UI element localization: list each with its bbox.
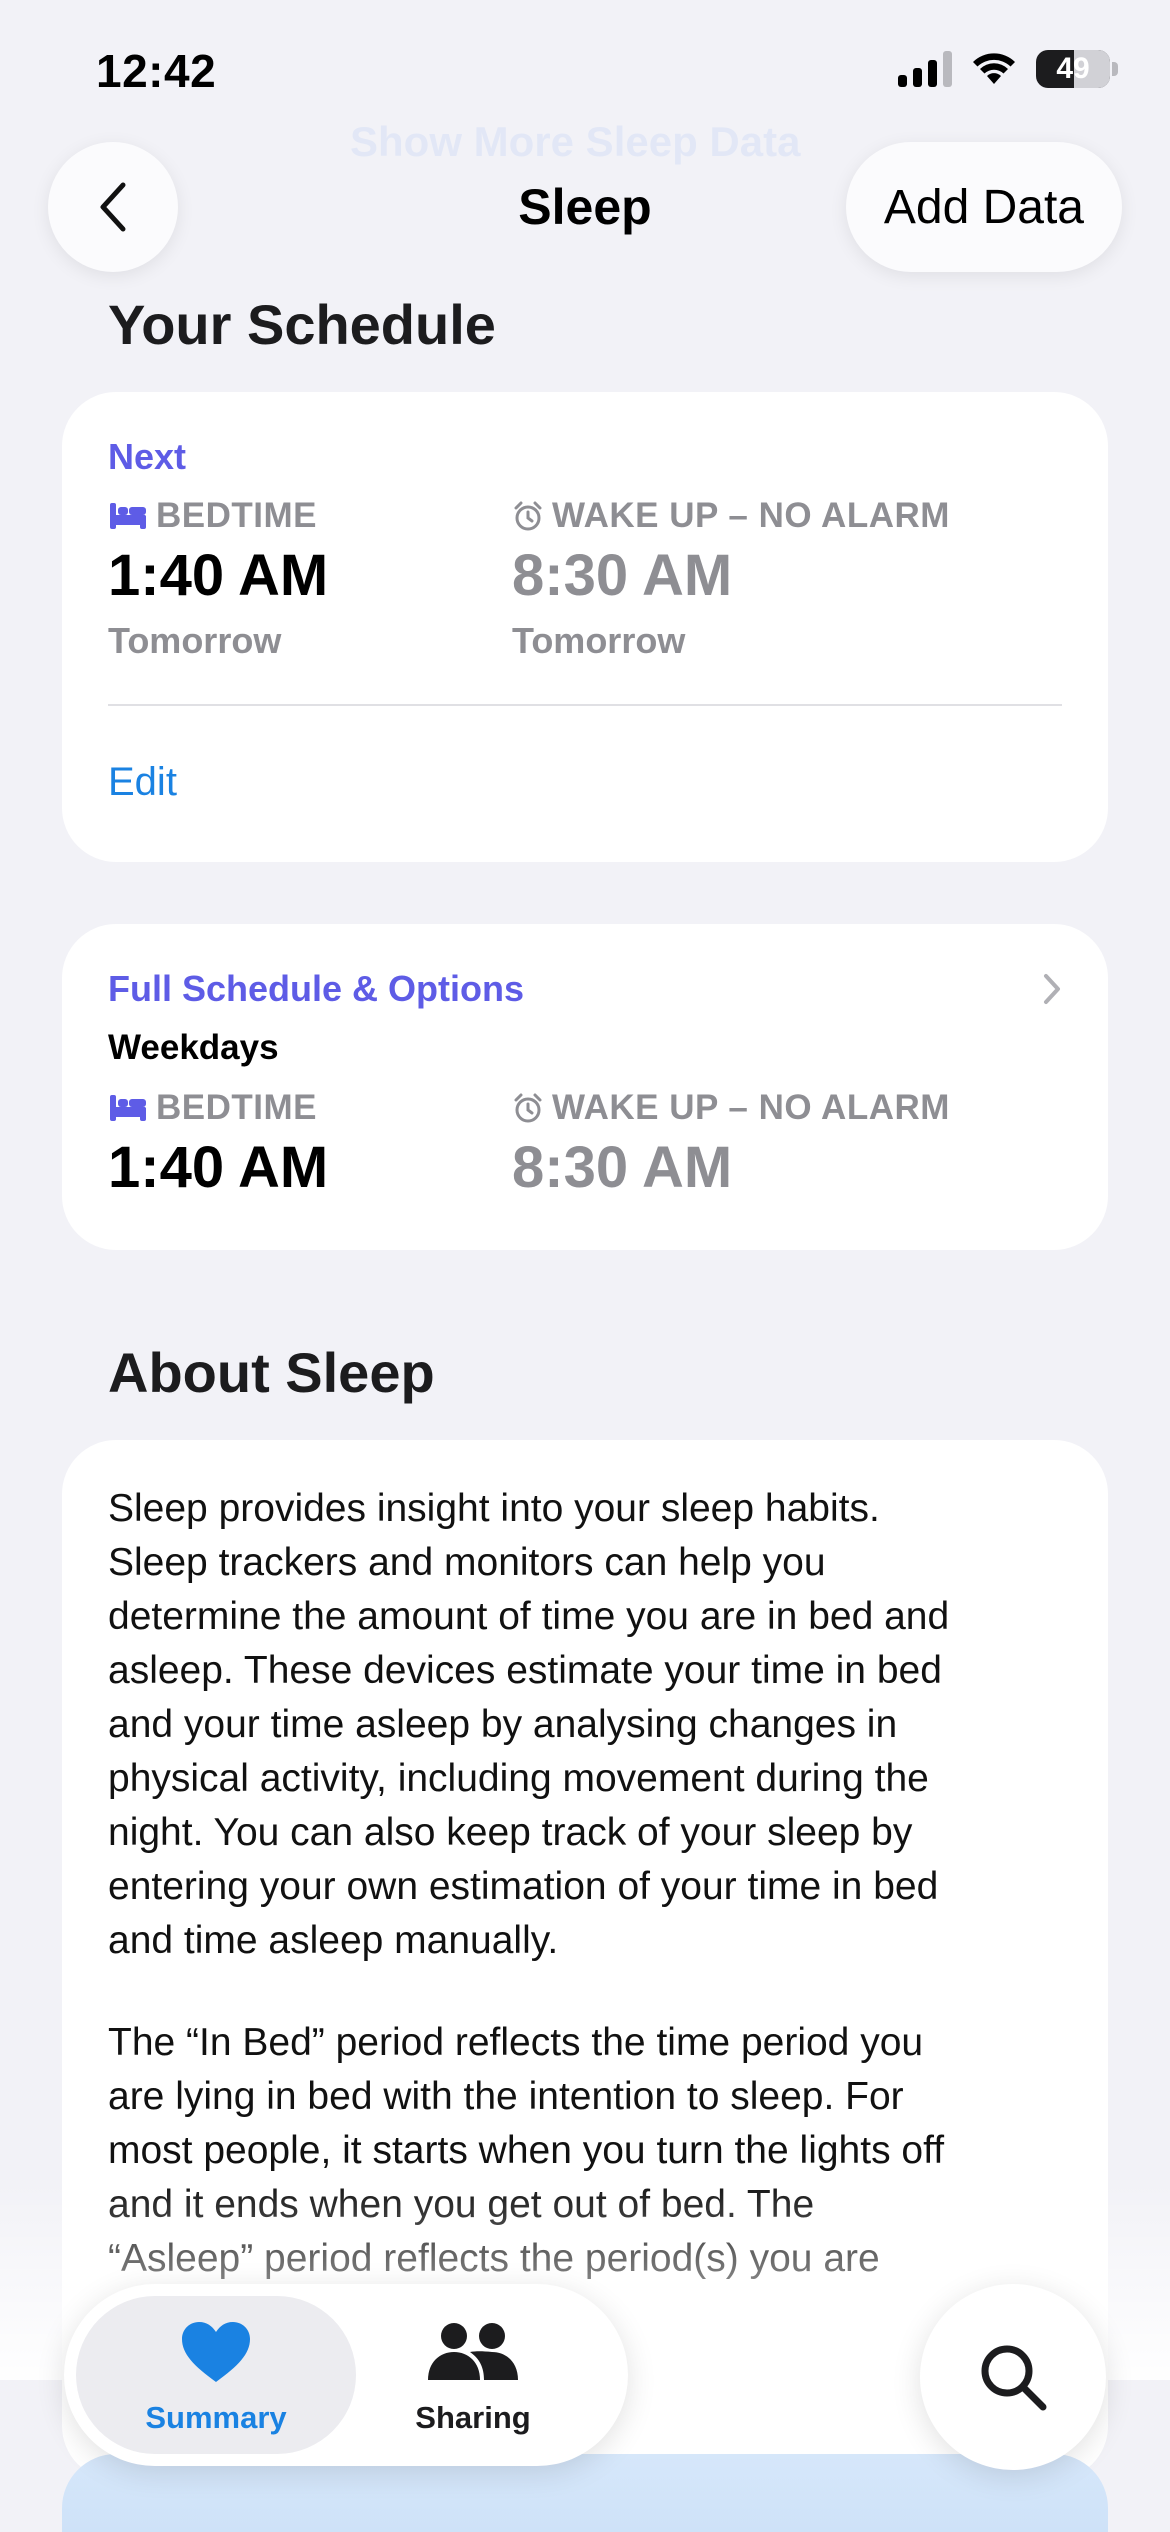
about-section-title: About Sleep xyxy=(108,1341,435,1404)
wifi-icon xyxy=(973,53,1015,84)
schedule-section-title: Your Schedule xyxy=(108,293,496,356)
divider xyxy=(108,704,1062,706)
next-bedtime-value: 1:40 AM xyxy=(108,543,329,608)
next-wake-value: 8:30 AM xyxy=(512,543,733,608)
bedtime-caption: BEDTIME xyxy=(108,496,317,536)
tab-summary-label: Summary xyxy=(145,2400,287,2435)
status-time: 12:42 xyxy=(96,45,217,97)
alarm-clock-icon xyxy=(514,501,542,531)
bed-icon xyxy=(110,1095,146,1121)
wake-caption: WAKE UP – NO ALARM xyxy=(512,1088,950,1128)
next-schedule-card: Next BEDTIME 1:40 AM Tomorrow WAKE UP – … xyxy=(62,392,1108,862)
people-icon xyxy=(428,2323,518,2380)
next-label: Next xyxy=(108,436,187,477)
next-bedtime-day: Tomorrow xyxy=(108,620,282,661)
heart-icon xyxy=(182,2322,250,2382)
about-paragraph-2: The “In Bed” period reflects the time pe… xyxy=(108,2021,945,2280)
bed-icon xyxy=(110,503,146,529)
edit-button[interactable]: Edit xyxy=(108,760,177,805)
weekdays-label: Weekdays xyxy=(108,1028,279,1067)
alarm-clock-icon xyxy=(514,1093,542,1123)
about-paragraph-1: Sleep provides insight into your sleep h… xyxy=(108,1487,950,1962)
tab-sharing-label: Sharing xyxy=(415,2400,531,2435)
chevron-right-icon xyxy=(1044,974,1060,1004)
full-schedule-card[interactable]: Full Schedule & Options Weekdays BEDTIME… xyxy=(62,924,1108,1250)
next-wake-day: Tomorrow xyxy=(512,620,686,661)
show-more-sleep-data-faded: Show More Sleep Data xyxy=(350,118,801,165)
add-data-button[interactable]: Add Data xyxy=(845,142,1122,272)
status-icons: 49 xyxy=(898,50,1118,88)
search-icon xyxy=(981,2345,1047,2411)
battery-level: 49 xyxy=(1056,52,1090,85)
battery-icon: 49 xyxy=(1036,50,1110,88)
wake-caption: WAKE UP – NO ALARM xyxy=(512,496,950,536)
full-schedule-title[interactable]: Full Schedule & Options xyxy=(108,968,524,1010)
tab-sharing[interactable]: Sharing xyxy=(368,2296,578,2454)
bedtime-caption: BEDTIME xyxy=(108,1088,317,1128)
search-button[interactable] xyxy=(920,2284,1106,2470)
weekday-bedtime-value: 1:40 AM xyxy=(108,1135,329,1200)
tab-summary[interactable]: Summary xyxy=(76,2296,356,2454)
cellular-signal-icon xyxy=(898,51,952,87)
weekday-wake-value: 8:30 AM xyxy=(512,1135,733,1200)
